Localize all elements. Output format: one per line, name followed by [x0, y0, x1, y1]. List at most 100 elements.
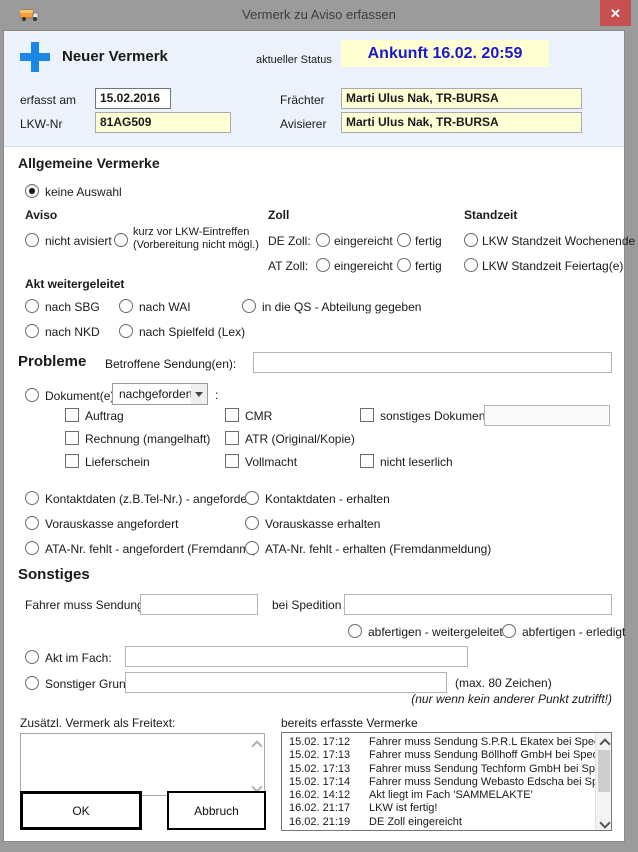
radio-abfertigen-erledigt-label[interactable]: abfertigen - erledigt: [522, 625, 625, 639]
radio-vorauskasse-angefordert[interactable]: [25, 516, 39, 530]
radio-dokumente[interactable]: [25, 388, 39, 402]
radio-nicht-avisiert[interactable]: [25, 233, 39, 247]
radio-de-zoll-eingereicht[interactable]: [316, 233, 330, 247]
close-button[interactable]: ✕: [600, 0, 631, 26]
radio-vorauskasse-erhalten-label[interactable]: Vorauskasse erhalten: [265, 517, 380, 531]
radio-sonstiger-grund-label[interactable]: Sonstiger Grund:: [45, 677, 136, 691]
checkbox-atr-label[interactable]: ATR (Original/Kopie): [245, 432, 355, 446]
radio-kurz-vor-eintreffen-label1[interactable]: kurz vor LKW-Eintreffen: [133, 226, 249, 238]
checkbox-nicht-leserlich[interactable]: [360, 454, 374, 468]
radio-vorauskasse-erhalten[interactable]: [245, 516, 259, 530]
radio-nach-sbg[interactable]: [25, 299, 39, 313]
radio-at-zoll-fertig-label[interactable]: fertig: [415, 259, 442, 273]
scroll-up-icon[interactable]: [600, 738, 608, 746]
radio-at-zoll-eingereicht-label[interactable]: eingereicht: [334, 259, 393, 273]
fraechter-field[interactable]: Marti Ulus Nak, TR-BURSA: [341, 88, 582, 109]
list-item[interactable]: 16.02. 21:17LKW ist fertig!: [282, 802, 595, 815]
radio-standzeit-wochenende-label[interactable]: LKW Standzeit Wochenende: [482, 234, 635, 248]
radio-kontaktdaten-erhalten-label[interactable]: Kontaktdaten - erhalten: [265, 492, 390, 506]
checkbox-atr[interactable]: [225, 431, 239, 445]
sonstiger-grund-input[interactable]: [125, 672, 447, 693]
radio-nach-wai[interactable]: [119, 299, 133, 313]
radio-nach-nkd-label[interactable]: nach NKD: [45, 325, 100, 339]
checkbox-rechnung[interactable]: [65, 431, 79, 445]
radio-keine-auswahl-label[interactable]: keine Auswahl: [45, 185, 122, 199]
checkbox-nicht-leserlich-label[interactable]: nicht leserlich: [380, 455, 453, 469]
checkbox-auftrag-label[interactable]: Auftrag: [85, 409, 124, 423]
radio-abfertigen-weitergeleitet[interactable]: [348, 624, 362, 638]
radio-kurz-vor-eintreffen-label2[interactable]: (Vorbereitung nicht mögl.): [133, 239, 259, 251]
vermerke-rows: 15.02. 17:12Fahrer muss Sendung S.P.R.L …: [282, 736, 595, 829]
radio-ata-angefordert-label[interactable]: ATA-Nr. fehlt - angefordert (Fremdanm.): [45, 542, 257, 556]
akt-im-fach-input[interactable]: [125, 646, 468, 667]
erfasst-am-field[interactable]: 15.02.2016: [95, 88, 171, 109]
scrollbar-thumb[interactable]: [598, 750, 610, 792]
radio-qs-abteilung-label[interactable]: in die QS - Abteilung gegeben: [262, 300, 421, 314]
radio-dokumente-label[interactable]: Dokument(e): [45, 389, 114, 403]
radio-qs-abteilung[interactable]: [242, 299, 256, 313]
radio-kontaktdaten-angefordert-label[interactable]: Kontaktdaten (z.B.Tel-Nr.) - angefordert: [45, 492, 254, 506]
scroll-up-icon[interactable]: [252, 740, 260, 748]
radio-kontaktdaten-erhalten[interactable]: [245, 491, 259, 505]
betroffene-sendungen-input[interactable]: [253, 352, 612, 373]
fahrer-muss-sendung-label: Fahrer muss Sendung: [25, 598, 144, 612]
list-item[interactable]: 16.02. 21:19DE Zoll eingereicht: [282, 816, 595, 829]
checkbox-auftrag[interactable]: [65, 408, 79, 422]
radio-nach-wai-label[interactable]: nach WAI: [139, 300, 191, 314]
radio-abfertigen-weitergeleitet-label[interactable]: abfertigen - weitergeleitet: [368, 625, 503, 639]
freitext-textarea[interactable]: [20, 733, 265, 796]
radio-nach-spielfeld[interactable]: [119, 324, 133, 338]
radio-nach-spielfeld-label[interactable]: nach Spielfeld (Lex): [139, 325, 245, 339]
vermerke-listbox[interactable]: 15.02. 17:12Fahrer muss Sendung S.P.R.L …: [281, 732, 612, 831]
list-item[interactable]: 16.02. 14:12Akt liegt im Fach 'SAMMELAKT…: [282, 789, 595, 802]
radio-at-zoll-fertig[interactable]: [397, 258, 411, 272]
radio-ata-erhalten-label[interactable]: ATA-Nr. fehlt - erhalten (Fremdanmeldung…: [265, 542, 491, 556]
listbox-scrollbar[interactable]: [595, 733, 611, 830]
radio-nicht-avisiert-label[interactable]: nicht avisiert: [45, 234, 112, 248]
fahrer-sendung-input[interactable]: [140, 594, 258, 615]
dokumente-dropdown[interactable]: nachgefordert: [112, 383, 208, 405]
radio-akt-im-fach-label[interactable]: Akt im Fach:: [45, 651, 112, 665]
avisierer-field[interactable]: Marti Ulus Nak, TR-BURSA: [341, 112, 582, 133]
checkbox-rechnung-label[interactable]: Rechnung (mangelhaft): [85, 432, 210, 446]
radio-abfertigen-erledigt[interactable]: [502, 624, 516, 638]
radio-vorauskasse-angefordert-label[interactable]: Vorauskasse angefordert: [45, 517, 178, 531]
radio-de-zoll-fertig-label[interactable]: fertig: [415, 234, 442, 248]
checkbox-lieferschein-label[interactable]: Lieferschein: [85, 455, 150, 469]
checkbox-lieferschein[interactable]: [65, 454, 79, 468]
checkbox-cmr[interactable]: [225, 408, 239, 422]
scroll-down-icon[interactable]: [252, 781, 260, 789]
radio-sonstiger-grund[interactable]: [25, 676, 39, 690]
radio-standzeit-feiertag-label[interactable]: LKW Standzeit Feiertag(e): [482, 259, 623, 273]
radio-at-zoll-eingereicht[interactable]: [316, 258, 330, 272]
radio-de-zoll-eingereicht-label[interactable]: eingereicht: [334, 234, 393, 248]
checkbox-sonstiges-dokument[interactable]: [360, 408, 374, 422]
radio-keine-auswahl[interactable]: [25, 184, 39, 198]
list-item[interactable]: 15.02. 17:13Fahrer muss Sendung Böllhoff…: [282, 749, 595, 762]
list-item[interactable]: 15.02. 17:14Fahrer muss Sendung Webasto …: [282, 776, 595, 789]
dropdown-arrow-zone[interactable]: [191, 384, 207, 404]
radio-standzeit-wochenende[interactable]: [464, 233, 478, 247]
checkbox-vollmacht-label[interactable]: Vollmacht: [245, 455, 297, 469]
bei-spedition-input[interactable]: [344, 594, 612, 615]
radio-ata-angefordert[interactable]: [25, 541, 39, 555]
list-item[interactable]: 15.02. 17:13Fahrer muss Sendung Techform…: [282, 763, 595, 776]
radio-standzeit-feiertag[interactable]: [464, 258, 478, 272]
lkw-nr-field[interactable]: 81AG509: [95, 112, 231, 133]
radio-nach-sbg-label[interactable]: nach SBG: [45, 300, 100, 314]
checkbox-cmr-label[interactable]: CMR: [245, 409, 272, 423]
scroll-down-icon[interactable]: [600, 817, 608, 825]
checkbox-sonstiges-dokument-label[interactable]: sonstiges Dokument:: [380, 409, 492, 423]
sonstiges-dokument-input[interactable]: [484, 405, 610, 426]
ok-button[interactable]: OK: [20, 791, 142, 830]
radio-de-zoll-fertig[interactable]: [397, 233, 411, 247]
radio-kontaktdaten-angefordert[interactable]: [25, 491, 39, 505]
abbruch-button[interactable]: Abbruch: [167, 791, 266, 830]
radio-akt-im-fach[interactable]: [25, 650, 39, 664]
radio-nach-nkd[interactable]: [25, 324, 39, 338]
radio-kurz-vor-eintreffen[interactable]: [114, 233, 128, 247]
status-value: Ankunft 16.02. 20:59: [341, 40, 549, 67]
checkbox-vollmacht[interactable]: [225, 454, 239, 468]
radio-ata-erhalten[interactable]: [245, 541, 259, 555]
list-item[interactable]: 15.02. 17:12Fahrer muss Sendung S.P.R.L …: [282, 736, 595, 749]
